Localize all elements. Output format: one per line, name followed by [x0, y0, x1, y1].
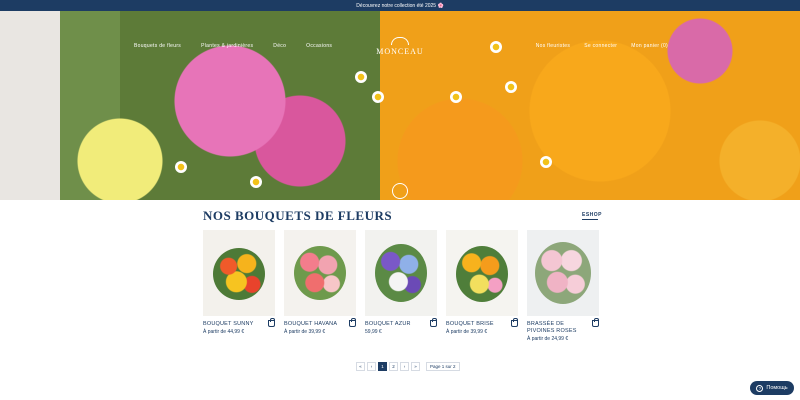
hero-daisy [175, 161, 187, 173]
help-label: Помощь [766, 385, 788, 391]
product-image[interactable] [203, 230, 275, 316]
announcement-text[interactable]: Découvrez notre collection été 2025 🌸 [356, 3, 443, 9]
nav-bouquets[interactable]: Bouquets de fleurs [134, 43, 181, 49]
product-card[interactable]: BOUQUET BRISE À partir de 39,99 € [446, 230, 518, 342]
eshop-link[interactable]: ESHOP [582, 212, 602, 218]
page-1-button[interactable]: 1 [378, 362, 387, 371]
bouquet-flowers [294, 246, 346, 300]
product-price: À partir de 24,99 € [527, 336, 569, 342]
product-name[interactable]: BOUQUET BRISE [446, 321, 506, 328]
product-grid: BOUQUET SUNNY À partir de 44,99 € BOUQUE… [203, 230, 599, 342]
add-to-cart-icon[interactable] [349, 318, 356, 327]
product-price: À partir de 44,99 € [203, 329, 245, 335]
product-card[interactable]: BOUQUET HAVANA À partir de 39,99 € [284, 230, 356, 342]
product-image[interactable] [446, 230, 518, 316]
product-card[interactable]: BOUQUET SUNNY À partir de 44,99 € [203, 230, 275, 342]
logo-crest-icon [391, 37, 409, 45]
announcement-bar[interactable]: Découvrez notre collection été 2025 🌸 [0, 0, 800, 11]
product-name[interactable]: BOUQUET AZUR [365, 321, 425, 328]
first-page-button[interactable]: « [356, 362, 365, 371]
product-price: À partir de 39,99 € [284, 329, 326, 335]
main-nav-left: Bouquets de fleurs Plantes & jardinières… [134, 43, 332, 49]
product-image[interactable] [365, 230, 437, 316]
hero-banner: Bouquets de fleurs Plantes & jardinières… [0, 11, 800, 200]
question-icon: ? [756, 384, 764, 392]
product-name[interactable]: BOUQUET HAVANA [284, 321, 344, 328]
add-to-cart-icon[interactable] [592, 318, 599, 327]
add-to-cart-icon[interactable] [511, 318, 518, 327]
page-info: Page 1 sur 2 [426, 362, 460, 371]
bouquet-flowers [213, 248, 265, 300]
eshop-underline [582, 219, 598, 220]
nav-fleuristes[interactable]: Nos fleuristes [536, 43, 571, 49]
hero-daisy [540, 156, 552, 168]
scroll-down-icon[interactable] [392, 183, 408, 199]
prev-page-button[interactable]: ‹ [367, 362, 376, 371]
product-name[interactable]: BOUQUET SUNNY [203, 321, 263, 328]
hero-daisy [505, 81, 517, 93]
add-to-cart-icon[interactable] [430, 318, 437, 327]
product-price: 59,99 € [365, 329, 382, 335]
product-card[interactable]: BOUQUET AZUR 59,99 € [365, 230, 437, 342]
nav-cart[interactable]: Mon panier (0) [631, 43, 668, 49]
hero-daisy [490, 41, 502, 53]
site-logo[interactable]: MONCEAU [370, 37, 430, 56]
hero-daisy [372, 91, 384, 103]
bouquet-flowers [535, 242, 591, 304]
nav-occasions[interactable]: Occasions [306, 43, 332, 49]
hero-daisy [450, 91, 462, 103]
add-to-cart-icon[interactable] [268, 318, 275, 327]
product-name[interactable]: BRASSÉE DE PIVOINES ROSES [527, 321, 587, 335]
bouquet-flowers [375, 244, 427, 302]
page-2-button[interactable]: 2 [389, 362, 398, 371]
product-card[interactable]: BRASSÉE DE PIVOINES ROSES À partir de 24… [527, 230, 599, 342]
hero-daisy [250, 176, 262, 188]
next-page-button[interactable]: › [400, 362, 409, 371]
main-nav-right: Nos fleuristes Se connecter Mon panier (… [536, 43, 668, 49]
section-title: NOS BOUQUETS DE FLEURS [203, 208, 393, 223]
logo-text: MONCEAU [376, 47, 424, 56]
pagination: « ‹ 1 2 › » Page 1 sur 2 [356, 362, 460, 371]
last-page-button[interactable]: » [411, 362, 420, 371]
nav-plantes[interactable]: Plantes & jardinières [201, 43, 253, 49]
hero-daisy [355, 71, 367, 83]
product-image[interactable] [527, 230, 599, 316]
nav-deco[interactable]: Déco [273, 43, 286, 49]
bouquet-flowers [456, 246, 508, 302]
help-button[interactable]: ? Помощь [750, 381, 794, 395]
product-image[interactable] [284, 230, 356, 316]
nav-login[interactable]: Se connecter [584, 43, 617, 49]
product-price: À partir de 39,99 € [446, 329, 488, 335]
